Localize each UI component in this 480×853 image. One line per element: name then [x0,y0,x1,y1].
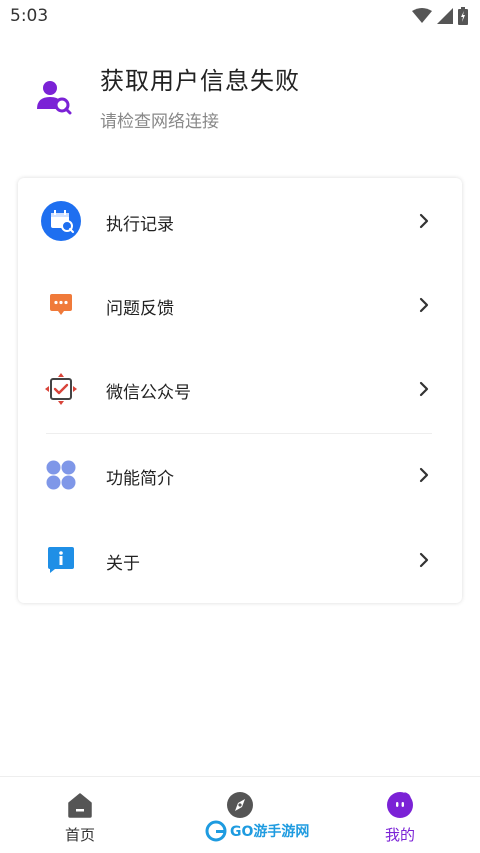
menu-item-label: 执行记录 [106,215,174,235]
watermark-text: GO游手游网 [230,824,310,840]
profile-face-icon [387,792,413,818]
tab-label: 我的 [384,826,415,844]
chevron-right-icon [419,213,429,229]
status-bar: 5:03 [0,0,480,32]
user-search-icon [37,81,72,115]
chevron-right-icon [419,297,429,313]
menu-item-label: 关于 [106,554,140,574]
menu-item-label: 问题反馈 [106,299,174,319]
menu-item-wechat-official[interactable]: 微信公众号 [18,354,462,424]
chevron-right-icon [419,381,429,397]
profile-header[interactable]: 获取用户信息失败 请检查网络连接 [0,55,480,145]
watermark-logo: GO游手游网 [205,820,309,842]
status-time: 5:03 [10,6,49,26]
menu-item-label: 微信公众号 [106,383,191,403]
profile-title: 获取用户信息失败 [100,67,300,95]
chevron-right-icon [419,552,429,568]
calendar-search-icon [40,200,82,242]
tab-profile[interactable]: 我的 [320,777,480,853]
tab-label: 首页 [64,826,95,844]
menu-item-label: 功能简介 [106,469,174,489]
status-icons [412,7,468,25]
menu-item-execution-records[interactable]: 执行记录 [18,186,462,256]
menu-item-feedback[interactable]: 问题反馈 [18,270,462,340]
chevron-right-icon [419,467,429,483]
wifi-icon [412,8,432,23]
apps-grid-icon [40,454,82,496]
menu-divider [46,433,432,434]
menu-item-features[interactable]: 功能简介 [18,440,462,510]
wechat-official-icon [40,368,82,410]
chat-bubble-icon [40,284,82,326]
watermark-g-icon [205,820,227,842]
compass-icon [227,792,253,818]
profile-subtitle: 请检查网络连接 [100,112,219,132]
battery-icon [458,7,468,25]
signal-icon [437,8,453,24]
menu-card: 执行记录 问题反馈 微信公众号 功能简介 关于 [18,178,462,603]
info-icon [40,539,82,581]
menu-item-about[interactable]: 关于 [18,525,462,595]
tab-home[interactable]: 首页 [0,777,160,853]
home-icon [68,793,92,818]
